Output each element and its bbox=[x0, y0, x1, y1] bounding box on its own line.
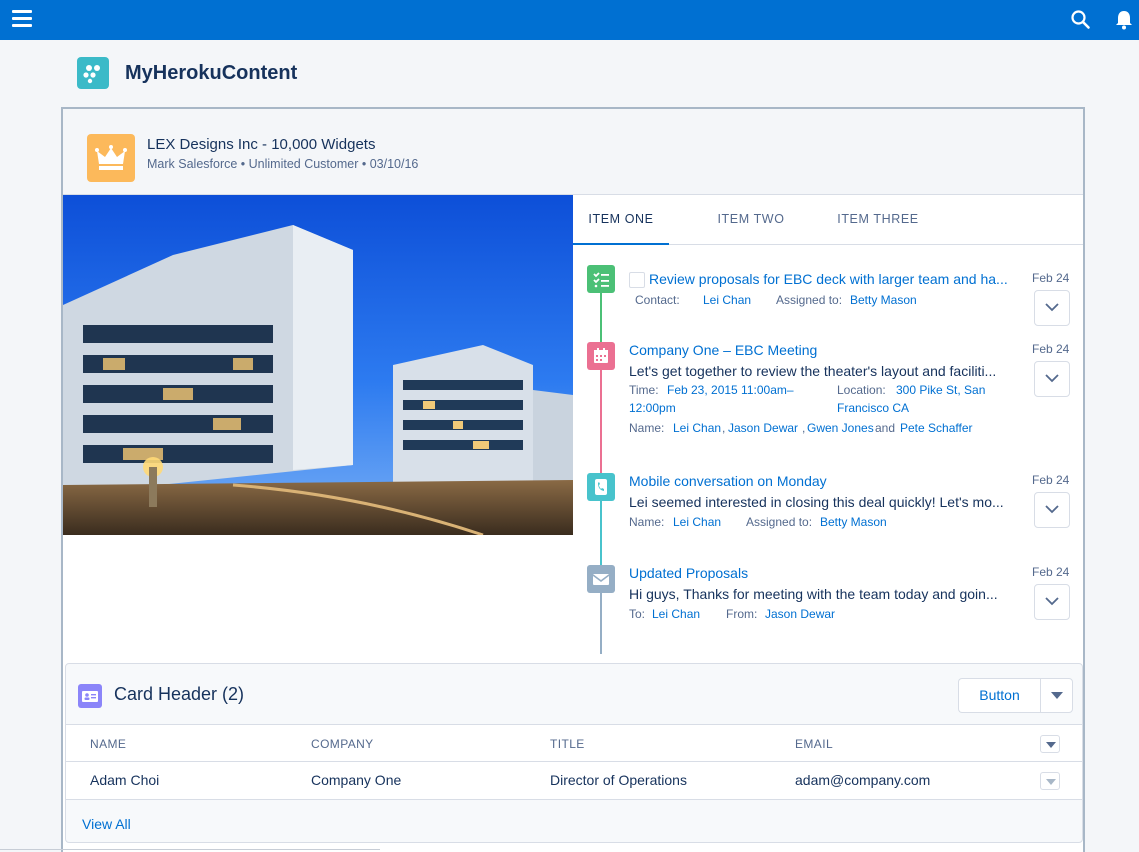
meta-label: Assigned to: bbox=[746, 515, 813, 529]
item-menu-button[interactable] bbox=[1034, 584, 1070, 620]
divider bbox=[0, 849, 380, 850]
search-icon[interactable] bbox=[1070, 9, 1092, 31]
cell-email: adam@company.com bbox=[795, 772, 931, 788]
building-photo bbox=[63, 195, 573, 535]
card-action-menu-button[interactable] bbox=[1040, 678, 1073, 713]
cell-title: Director of Operations bbox=[550, 772, 687, 788]
timeline-item-date: Feb 24 bbox=[1032, 271, 1070, 285]
email-icon bbox=[587, 565, 615, 593]
column-header-title[interactable]: TITLE bbox=[550, 737, 585, 751]
timeline-item-date: Feb 24 bbox=[1032, 342, 1070, 356]
cell-name: Adam Choi bbox=[90, 772, 160, 788]
header-menu-button[interactable] bbox=[1040, 735, 1060, 753]
timeline-connector bbox=[600, 293, 602, 345]
contact-card-icon bbox=[78, 684, 102, 708]
record-subtitle: Mark Salesforce • Unlimited Customer • 0… bbox=[147, 157, 419, 171]
timeline-item-title[interactable]: Review proposals for EBC deck with large… bbox=[649, 271, 1021, 287]
timeline-connector bbox=[600, 495, 602, 567]
tab-item-one[interactable]: ITEM ONE bbox=[573, 195, 669, 245]
activity-timeline: Review proposals for EBC deck with large… bbox=[573, 245, 1083, 665]
item-menu-button[interactable] bbox=[1034, 290, 1070, 326]
view-all-link[interactable]: View All bbox=[82, 816, 131, 832]
event-time-link[interactable]: Feb 23, 2015 11:00am– bbox=[667, 383, 794, 397]
name-conjunction: and bbox=[875, 421, 896, 435]
column-header-email[interactable]: EMAIL bbox=[795, 737, 833, 751]
record-title: LEX Designs Inc - 10,000 Widgets bbox=[147, 136, 376, 153]
related-list-card: Card Header (2) Button NAME COMPANY TITL… bbox=[65, 663, 1083, 843]
meta-label: From: bbox=[726, 607, 758, 621]
name-link[interactable]: Lei Chan bbox=[673, 515, 721, 529]
card-title: Card Header (2) bbox=[114, 684, 245, 704]
hamburger-icon[interactable] bbox=[12, 10, 32, 28]
content-frame: LEX Designs Inc - 10,000 Widgets Mark Sa… bbox=[61, 107, 1085, 852]
timeline-item-description: Lei seemed interested in closing this de… bbox=[629, 494, 1004, 510]
meta-label: Time: bbox=[629, 383, 659, 397]
meta-label: Assigned to: bbox=[776, 293, 843, 307]
meta-label: Location: bbox=[837, 383, 886, 397]
cell-company: Company One bbox=[311, 772, 402, 788]
tab-bar: ITEM ONE ITEM TWO ITEM THREE bbox=[573, 195, 1083, 245]
timeline-connector bbox=[600, 586, 602, 654]
timeline-item-title[interactable]: Mobile conversation on Monday bbox=[629, 473, 827, 489]
global-header bbox=[0, 0, 1139, 40]
contact-link[interactable]: Lei Chan bbox=[703, 293, 751, 307]
task-icon bbox=[587, 265, 615, 293]
meta-label: Contact: bbox=[635, 293, 680, 307]
location-link[interactable]: 300 Pike St, San bbox=[896, 383, 985, 397]
sender-link[interactable]: Jason Dewar bbox=[765, 607, 835, 621]
bell-icon[interactable] bbox=[1114, 9, 1134, 31]
crown-icon bbox=[87, 134, 135, 182]
assignee-link[interactable]: Betty Mason bbox=[850, 293, 917, 307]
table-header-row: NAME COMPANY TITLE EMAIL bbox=[66, 724, 1082, 762]
tab-item-three[interactable]: ITEM THREE bbox=[823, 195, 933, 245]
timeline-item-date: Feb 24 bbox=[1032, 565, 1070, 579]
card-header: Card Header (2) Button bbox=[66, 664, 1082, 724]
calendar-icon bbox=[587, 342, 615, 370]
app-title: MyHerokuContent bbox=[125, 61, 298, 84]
event-time-link[interactable]: 12:00pm bbox=[629, 401, 676, 415]
recipient-link[interactable]: Lei Chan bbox=[652, 607, 700, 621]
phone-icon bbox=[587, 473, 615, 501]
column-header-name[interactable]: NAME bbox=[90, 737, 126, 751]
app-title-bar: MyHerokuContent bbox=[77, 57, 297, 89]
location-link[interactable]: Francisco CA bbox=[837, 401, 909, 415]
assignee-link[interactable]: Betty Mason bbox=[820, 515, 887, 529]
tab-item-two[interactable]: ITEM TWO bbox=[699, 195, 803, 245]
card-action-button[interactable]: Button bbox=[958, 678, 1040, 713]
timeline-item-title[interactable]: Company One – EBC Meeting bbox=[629, 342, 817, 358]
table-row: Adam Choi Company One Director of Operat… bbox=[66, 762, 1082, 800]
timeline-item-description: Hi guys, Thanks for meeting with the tea… bbox=[629, 586, 998, 602]
meta-label: To: bbox=[629, 607, 646, 621]
name-separator: , bbox=[722, 421, 726, 435]
name-link[interactable]: Gwen Jones bbox=[807, 421, 874, 435]
timeline-connector bbox=[600, 363, 602, 475]
heroku-logo-icon bbox=[77, 57, 109, 89]
timeline-item-title[interactable]: Updated Proposals bbox=[629, 565, 748, 581]
record-header: LEX Designs Inc - 10,000 Widgets Mark Sa… bbox=[63, 109, 1083, 195]
timeline-item-date: Feb 24 bbox=[1032, 473, 1070, 487]
name-link[interactable]: Jason Dewar bbox=[728, 421, 798, 435]
timeline-item-description: Let's get together to review the theater… bbox=[629, 363, 997, 379]
meta-label: Name: bbox=[629, 515, 665, 529]
name-link[interactable]: Lei Chan bbox=[673, 421, 721, 435]
meta-label: Name: bbox=[629, 421, 665, 435]
row-menu-button[interactable] bbox=[1040, 772, 1060, 790]
column-header-company[interactable]: COMPANY bbox=[311, 737, 374, 751]
item-menu-button[interactable] bbox=[1034, 361, 1070, 397]
item-menu-button[interactable] bbox=[1034, 492, 1070, 528]
name-separator: , bbox=[802, 421, 806, 435]
name-link[interactable]: Pete Schaffer bbox=[900, 421, 973, 435]
task-checkbox[interactable] bbox=[629, 272, 645, 288]
